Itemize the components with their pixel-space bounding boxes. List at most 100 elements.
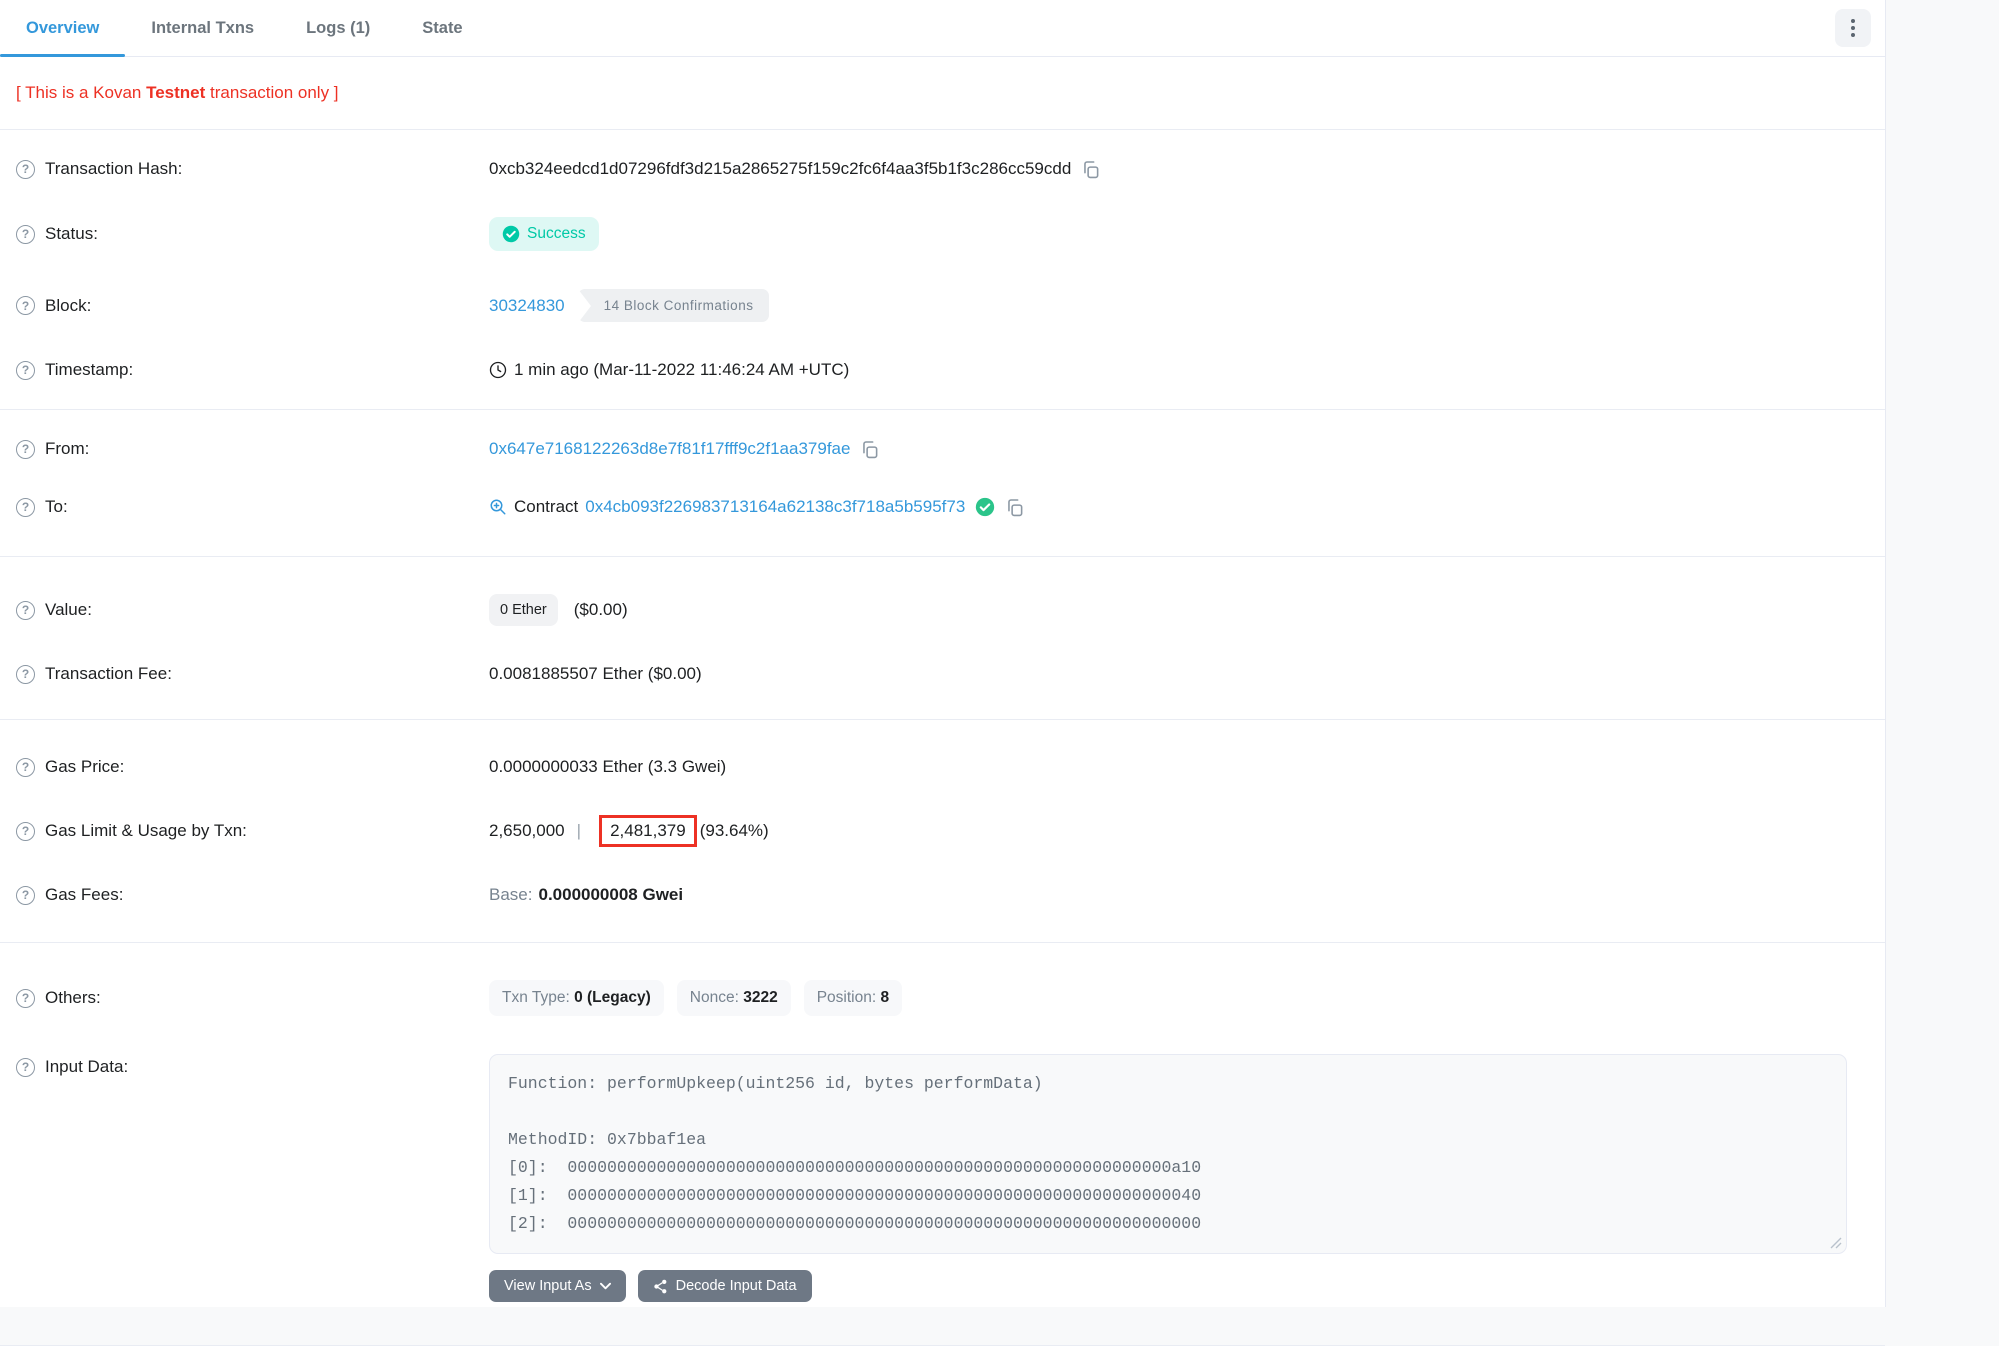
others-label: Others: bbox=[45, 988, 101, 1008]
decode-icon bbox=[653, 1279, 668, 1294]
testnet-note-prefix: [ This is a Kovan bbox=[16, 83, 146, 102]
nonce-value: 3222 bbox=[743, 989, 777, 1006]
transaction-hash-label: Transaction Hash: bbox=[45, 159, 182, 179]
verified-check-icon bbox=[975, 497, 995, 517]
gas-used-value: 2,481,379 bbox=[610, 821, 686, 840]
ether-value-badge: 0 Ether bbox=[489, 594, 558, 626]
row-status: ? Status: Success bbox=[0, 198, 1885, 270]
gas-price-value: 0.0000000033 Ether (3.3 Gwei) bbox=[489, 757, 726, 777]
to-label: To: bbox=[45, 497, 68, 517]
position-value: 8 bbox=[880, 989, 889, 1006]
help-icon: ? bbox=[16, 758, 35, 777]
row-transaction-fee: ? Transaction Fee: 0.0081885507 Ether ($… bbox=[0, 645, 1885, 703]
pipe-separator: | bbox=[577, 821, 581, 841]
view-input-as-label: View Input As bbox=[504, 1278, 592, 1294]
row-to: ? To: Contract 0x4cb093f226983713164a621… bbox=[0, 478, 1885, 536]
zoom-in-icon[interactable] bbox=[489, 498, 507, 516]
testnet-note-bold: Testnet bbox=[146, 83, 205, 102]
value-usd: ($0.00) bbox=[574, 600, 628, 620]
row-from: ? From: 0x647e7168122263d8e7f81f17fff9c2… bbox=[0, 420, 1885, 478]
value-label: Value: bbox=[45, 600, 92, 620]
row-gas-price: ? Gas Price: 0.0000000033 Ether (3.3 Gwe… bbox=[0, 738, 1885, 796]
row-timestamp: ? Timestamp: 1 min ago (Mar-11-2022 11:4… bbox=[0, 341, 1885, 399]
status-badge: Success bbox=[489, 217, 599, 251]
help-icon: ? bbox=[16, 361, 35, 380]
copy-icon bbox=[1005, 498, 1024, 517]
nonce-key: Nonce: bbox=[690, 989, 739, 1006]
check-circle-icon bbox=[502, 225, 520, 243]
help-icon: ? bbox=[16, 989, 35, 1008]
gas-fees-label: Gas Fees: bbox=[45, 885, 123, 905]
view-input-as-button[interactable]: View Input As bbox=[489, 1270, 626, 1302]
gas-price-label: Gas Price: bbox=[45, 757, 124, 777]
input-data-textarea[interactable]: Function: performUpkeep(uint256 id, byte… bbox=[489, 1054, 1847, 1254]
section-others-input: ? Others: Txn Type: 0 (Legacy) Nonce: 32… bbox=[0, 943, 1885, 1331]
nonce-badge: Nonce: 3222 bbox=[677, 980, 791, 1016]
txn-type-badge: Txn Type: 0 (Legacy) bbox=[489, 980, 664, 1016]
clock-icon bbox=[489, 361, 507, 379]
input-data-actions: View Input As Decode Input Data bbox=[489, 1270, 1865, 1302]
tab-internal-txns[interactable]: Internal Txns bbox=[125, 0, 280, 56]
chevron-down-icon bbox=[600, 1282, 611, 1290]
help-icon: ? bbox=[16, 440, 35, 459]
transaction-fee-label: Transaction Fee: bbox=[45, 664, 172, 684]
section-addresses: ? From: 0x647e7168122263d8e7f81f17fff9c2… bbox=[0, 410, 1885, 556]
tab-bar: Overview Internal Txns Logs (1) State bbox=[0, 0, 1885, 57]
help-icon: ? bbox=[16, 498, 35, 517]
copy-hash-button[interactable] bbox=[1081, 160, 1100, 179]
block-label: Block: bbox=[45, 296, 91, 316]
gas-limit-value: 2,650,000 bbox=[489, 821, 565, 841]
tab-logs[interactable]: Logs (1) bbox=[280, 0, 396, 56]
gas-fees-base-value: 0.000000008 Gwei bbox=[538, 885, 683, 905]
copy-icon bbox=[1081, 160, 1100, 179]
transaction-hash-value: 0xcb324eedcd1d07296fdf3d215a2865275f159c… bbox=[489, 159, 1071, 179]
row-block: ? Block: 30324830 14 Block Confirmations bbox=[0, 270, 1885, 341]
transaction-details-card: Overview Internal Txns Logs (1) State [ … bbox=[0, 0, 1886, 1307]
help-icon: ? bbox=[16, 601, 35, 620]
status-text: Success bbox=[527, 225, 586, 243]
from-label: From: bbox=[45, 439, 89, 459]
copy-icon bbox=[860, 440, 879, 459]
block-number-link[interactable]: 30324830 bbox=[489, 296, 565, 316]
row-transaction-hash: ? Transaction Hash: 0xcb324eedcd1d07296f… bbox=[0, 140, 1885, 198]
gas-used-percent: (93.64%) bbox=[700, 821, 769, 841]
copy-to-address-button[interactable] bbox=[1005, 498, 1024, 517]
decode-input-data-button[interactable]: Decode Input Data bbox=[638, 1270, 812, 1302]
row-others: ? Others: Txn Type: 0 (Legacy) Nonce: 32… bbox=[0, 961, 1885, 1035]
timestamp-value: 1 min ago (Mar-11-2022 11:46:24 AM +UTC) bbox=[514, 360, 849, 380]
tab-state[interactable]: State bbox=[396, 0, 488, 56]
gas-fees-base-key: Base: bbox=[489, 885, 532, 905]
testnet-note: [ This is a Kovan Testnet transaction on… bbox=[0, 57, 1885, 129]
to-contract-address-link[interactable]: 0x4cb093f226983713164a62138c3f718a5b595f… bbox=[585, 497, 965, 517]
transaction-fee-value: 0.0081885507 Ether ($0.00) bbox=[489, 664, 702, 684]
more-options-button[interactable] bbox=[1835, 9, 1871, 47]
help-icon: ? bbox=[16, 1058, 35, 1077]
resize-grip-icon[interactable] bbox=[1830, 1237, 1842, 1249]
help-icon: ? bbox=[16, 225, 35, 244]
row-value: ? Value: 0 Ether ($0.00) bbox=[0, 575, 1885, 645]
help-icon: ? bbox=[16, 160, 35, 179]
help-icon: ? bbox=[16, 296, 35, 315]
from-address-link[interactable]: 0x647e7168122263d8e7f81f17fff9c2f1aa379f… bbox=[489, 439, 850, 459]
section-overview-main: ? Transaction Hash: 0xcb324eedcd1d07296f… bbox=[0, 130, 1885, 409]
help-icon: ? bbox=[16, 665, 35, 684]
help-icon: ? bbox=[16, 886, 35, 905]
input-data-code: Function: performUpkeep(uint256 id, byte… bbox=[508, 1070, 1828, 1238]
position-badge: Position: 8 bbox=[804, 980, 902, 1016]
position-key: Position: bbox=[817, 989, 876, 1006]
testnet-note-suffix: transaction only ] bbox=[205, 83, 338, 102]
copy-from-address-button[interactable] bbox=[860, 440, 879, 459]
gas-limit-label: Gas Limit & Usage by Txn: bbox=[45, 821, 247, 841]
tab-overview[interactable]: Overview bbox=[0, 0, 125, 56]
input-data-label: Input Data: bbox=[45, 1057, 128, 1077]
to-kind: Contract bbox=[514, 497, 578, 517]
kebab-icon bbox=[1851, 19, 1855, 37]
row-gas-limit-usage: ? Gas Limit & Usage by Txn: 2,650,000 | … bbox=[0, 796, 1885, 866]
row-input-data: ? Input Data: Function: performUpkeep(ui… bbox=[0, 1035, 1885, 1321]
gas-used-highlight-box: 2,481,379 bbox=[599, 815, 697, 847]
section-value-fee: ? Value: 0 Ether ($0.00) ? Transaction F… bbox=[0, 557, 1885, 719]
block-confirmations-badge: 14 Block Confirmations bbox=[578, 289, 770, 322]
decode-input-data-label: Decode Input Data bbox=[676, 1278, 797, 1294]
txn-type-value: 0 (Legacy) bbox=[574, 989, 651, 1006]
row-gas-fees: ? Gas Fees: Base: 0.000000008 Gwei bbox=[0, 866, 1885, 924]
